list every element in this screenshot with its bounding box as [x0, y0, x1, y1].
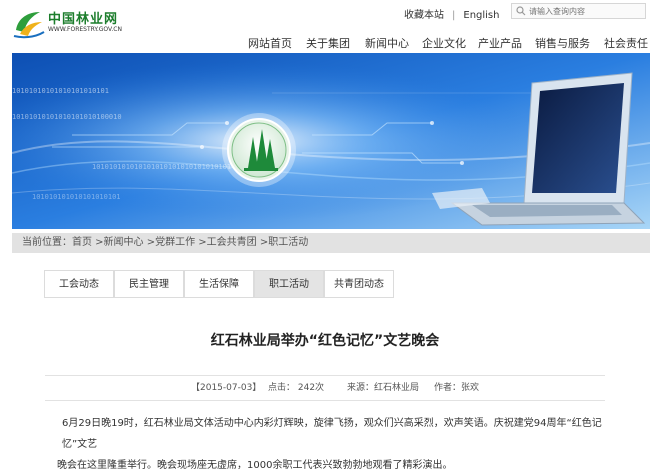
logo-title: 中国林业网	[48, 12, 119, 27]
breadcrumb: 当前位置：首页 >新闻中心 >党群工作 >工会共青团 >职工活动	[12, 233, 650, 253]
forestry-emblem-icon	[222, 113, 296, 187]
nav-item-home[interactable]: 网站首页	[248, 35, 292, 51]
hero-banner: 10101010101010101010101 1010101010101010…	[12, 53, 650, 229]
tab-staff-activities[interactable]: 职工活动	[254, 270, 324, 298]
nav-item-products[interactable]: 产业产品	[478, 35, 522, 51]
banner-illustration: 10101010101010101010101 1010101010101010…	[12, 53, 650, 229]
binary-text-4: 101010101010101010101	[32, 193, 121, 201]
site-header: 中国林业网 WWW.FORESTRY.GOV.CN 收藏本站 | English 网…	[0, 0, 650, 53]
nav-item-news[interactable]: 新闻中心	[365, 35, 409, 51]
article-title: 红石林业局举办“红色记忆”文艺晚会	[210, 333, 440, 349]
breadcrumb-text[interactable]: 当前位置：首页 >新闻中心 >党群工作 >工会共青团 >职工活动	[22, 233, 308, 253]
search-input[interactable]	[529, 4, 639, 18]
binary-text-2: 10101010101010101010100010	[12, 113, 122, 121]
article-date: 【2015-07-03】	[191, 383, 262, 393]
search-icon[interactable]	[516, 6, 526, 16]
logo-emblem-icon	[13, 12, 45, 39]
collect-link[interactable]: 收藏本站	[404, 6, 444, 21]
site-logo[interactable]: 中国林业网 WWW.FORESTRY.GOV.CN	[12, 6, 122, 42]
article-meta: 【2015-07-03】 点击： 242次 来源：红石林业局 作者：张欢	[45, 375, 605, 401]
article-source: 来源：红石林业局	[347, 383, 420, 393]
logo-url: WWW.FORESTRY.GOV.CN	[48, 26, 122, 33]
english-link[interactable]: English	[463, 10, 499, 21]
article-body: 6月29日晚19时，红石林业局文体活动中心内彩灯辉映，旋律飞扬，观众们兴高采烈，…	[57, 413, 622, 476]
top-links-separator: |	[452, 10, 456, 21]
tab-union-news[interactable]: 工会动态	[44, 270, 114, 298]
tab-life-security[interactable]: 生活保障	[184, 270, 254, 298]
tab-youth-league[interactable]: 共青团动态	[324, 270, 394, 298]
article-views: 点击： 242次	[268, 383, 325, 393]
binary-text-3: 101010101010101010101010101010101	[92, 163, 231, 171]
tab-democratic-management[interactable]: 民主管理	[114, 270, 184, 298]
nav-item-culture[interactable]: 企业文化	[422, 35, 466, 51]
nav-item-responsibility[interactable]: 社会责任	[604, 35, 648, 51]
article-paragraph-line-2: 晚会在这里隆重举行。晚会现场座无虚席，1000余职工代表兴致勃勃地观看了精彩演出…	[57, 460, 453, 471]
search-box	[511, 3, 646, 19]
top-links: 收藏本站 | English	[404, 6, 499, 21]
article-paragraph-line-1: 6月29日晚19时，红石林业局文体活动中心内彩灯辉映，旋律飞扬，观众们兴高采烈，…	[62, 418, 602, 450]
nav-item-sales[interactable]: 销售与服务	[535, 35, 590, 51]
article-author: 作者：张欢	[434, 383, 480, 393]
nav-item-about[interactable]: 关于集团	[306, 35, 350, 51]
binary-text-1: 10101010101010101010101	[12, 87, 109, 95]
